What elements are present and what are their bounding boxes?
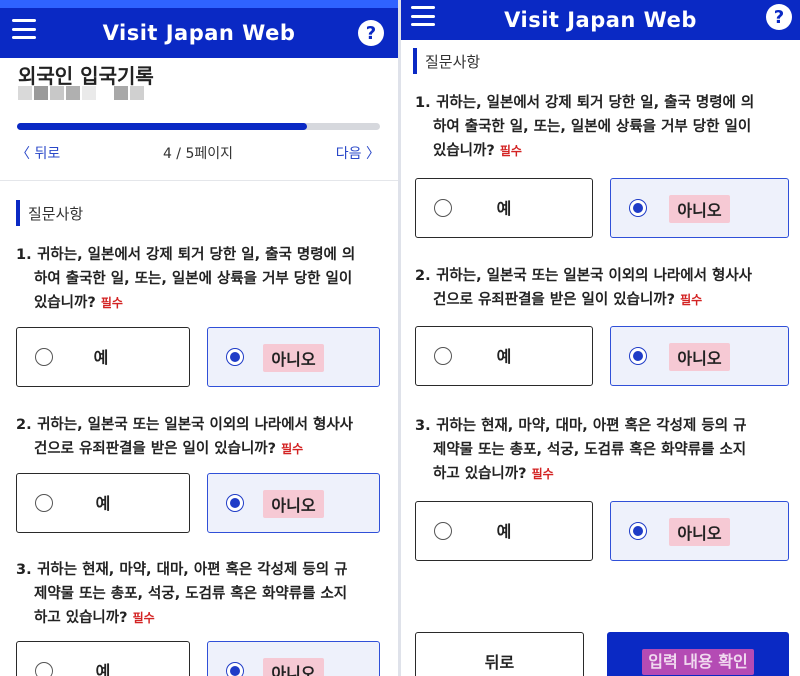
- pager: 〈 뒤로 4 / 5페이지 다음 〉: [16, 143, 380, 163]
- confirm-input-button[interactable]: 입력 내용 확인: [607, 632, 789, 676]
- menu-icon[interactable]: [12, 19, 36, 39]
- app-header: Visit Japan Web ?: [0, 0, 398, 58]
- app-title: Visit Japan Web: [504, 8, 697, 32]
- option-no[interactable]: 아니오: [207, 473, 380, 533]
- divider: [0, 180, 398, 181]
- option-yes[interactable]: 예: [415, 178, 593, 238]
- required-badge: 필수: [499, 144, 522, 158]
- question-3: 3. 귀하는 현재, 마약, 대마, 아편 혹은 각성제 등의 규 제약물 또는…: [16, 562, 348, 626]
- required-badge: 필수: [531, 467, 554, 481]
- required-badge: 필수: [680, 293, 703, 307]
- option-no[interactable]: 아니오: [207, 327, 380, 387]
- page-title: 외국인 입국기록: [18, 64, 154, 88]
- masked-name: [18, 86, 144, 100]
- help-icon[interactable]: ?: [766, 4, 792, 30]
- back-button[interactable]: 뒤로: [415, 632, 584, 676]
- option-yes[interactable]: 예: [415, 501, 593, 561]
- option-no[interactable]: 아니오: [207, 641, 380, 676]
- help-icon[interactable]: ?: [358, 20, 384, 46]
- app-header: Visit Japan Web ?: [401, 0, 800, 40]
- question-2: 2. 귀하는, 일본국 또는 일본국 이외의 나라에서 형사사 건으로 유죄판결…: [415, 268, 752, 308]
- section-title: 질문사항: [28, 204, 84, 223]
- menu-icon[interactable]: [411, 6, 435, 26]
- option-yes[interactable]: 예: [415, 326, 593, 386]
- question-1: 1. 귀하는, 일본에서 강제 퇴거 당한 일, 출국 명령에 의 하여 출국한…: [415, 95, 755, 159]
- right-screen: Visit Japan Web ? 질문사항 1. 귀하는, 일본에서 강제 퇴…: [401, 0, 800, 676]
- required-badge: 필수: [281, 442, 304, 456]
- required-badge: 필수: [100, 296, 123, 310]
- section-title: 질문사항: [425, 52, 481, 71]
- question-2: 2. 귀하는, 일본국 또는 일본국 이외의 나라에서 형사사 건으로 유죄판결…: [16, 417, 353, 457]
- question-1: 1. 귀하는, 일본에서 강제 퇴거 당한 일, 출국 명령에 의 하여 출국한…: [16, 247, 356, 311]
- option-yes[interactable]: 예: [16, 327, 190, 387]
- progress-fill: [17, 123, 308, 130]
- option-no[interactable]: 아니오: [610, 501, 789, 561]
- pager-next-link[interactable]: 다음 〉: [336, 143, 380, 163]
- section-heading: 질문사항: [16, 200, 83, 226]
- option-yes[interactable]: 예: [16, 641, 190, 676]
- question-3: 3. 귀하는 현재, 마약, 대마, 아편 혹은 각성제 등의 규 제약물 또는…: [415, 418, 747, 482]
- progress-bar: [17, 123, 380, 130]
- required-badge: 필수: [132, 611, 155, 625]
- option-no[interactable]: 아니오: [610, 178, 789, 238]
- page-counter: 4 / 5페이지: [162, 146, 234, 162]
- option-yes[interactable]: 예: [16, 473, 190, 533]
- option-no[interactable]: 아니오: [610, 326, 789, 386]
- app-title: Visit Japan Web: [102, 21, 296, 45]
- left-screen: Visit Japan Web ? 외국인 입국기록 〈 뒤로 4 / 5페이지…: [0, 0, 398, 676]
- section-heading: 질문사항: [413, 48, 480, 74]
